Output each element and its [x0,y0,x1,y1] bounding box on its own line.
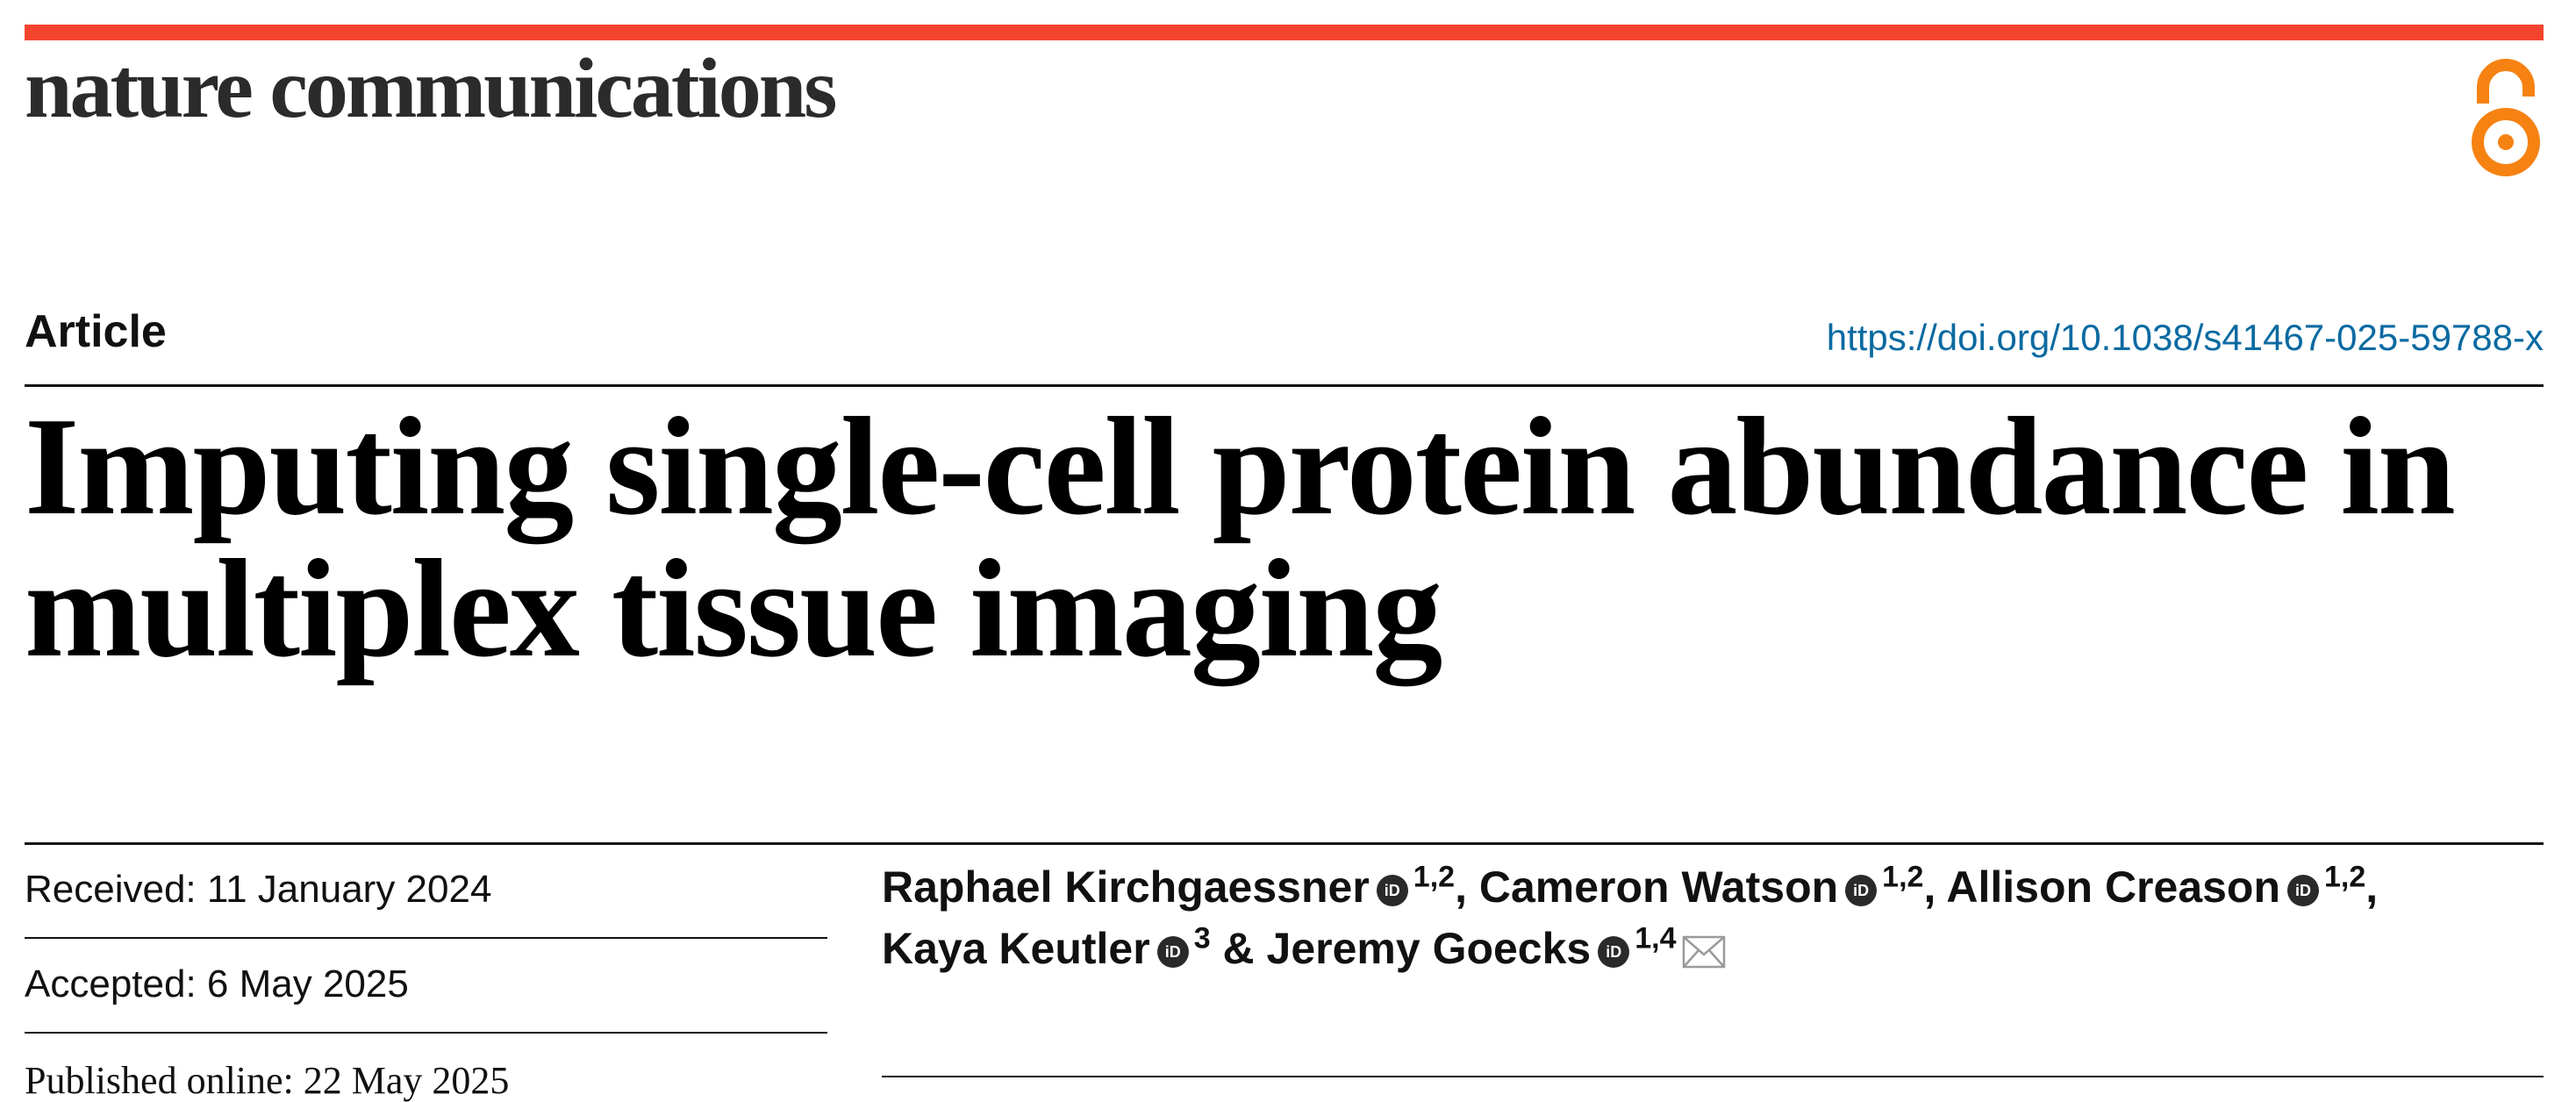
journal-name[interactable]: nature communications [25,46,837,132]
author-separator: , [2365,862,2379,912]
author-divider [882,1076,2544,1077]
author-affiliations: 1,2 [1882,860,1924,894]
orcid-icon[interactable]: iD [1376,874,1408,906]
orcid-icon[interactable]: iD [1156,935,1189,968]
date-divider [25,1032,827,1034]
author-separator: , [1923,862,1947,912]
article-title: Imputing single-cell protein abundance i… [25,388,2456,686]
doi-link[interactable]: https://doi.org/10.1038/s41467-025-59788… [1827,319,2544,356]
author[interactable]: Raphael Kirchgaessner iD 1,2, [882,862,1479,912]
open-access-icon [2472,59,2540,176]
author[interactable]: Allison Creason iD 1,2, [1946,862,2378,912]
meta-divider [25,842,2544,845]
journal-accent-bar [25,25,2544,40]
received-date: Received: 11 January 2024 [25,868,492,911]
orcid-icon[interactable]: iD [1598,935,1630,968]
author[interactable]: Jeremy Goecks iD 1,4 [1267,921,1677,973]
author-affiliations: 1,4 [1635,921,1677,955]
mail-icon[interactable] [1682,935,1726,969]
header-divider [25,384,2544,387]
author-affiliations: 1,2 [1413,860,1456,894]
article-header: nature communications Article https://do… [0,0,2576,1100]
author-separator: & [1210,924,1267,973]
article-type-label: Article [25,306,167,357]
author[interactable]: Cameron Watson iD 1,2, [1479,862,1947,912]
author-affiliations: 3 [1193,921,1211,955]
published-date: Published online: 22 May 2025 [25,1059,510,1102]
author-name[interactable]: Jeremy Goecks [1267,924,1592,973]
accepted-date: Accepted: 6 May 2025 [25,962,409,1005]
date-divider [25,937,827,939]
author-name[interactable]: Allison Creason [1946,862,2280,912]
author[interactable]: Kaya Keutler iD 3 & [882,921,1267,973]
author-list: Raphael Kirchgaessner iD 1,2, Cameron Wats… [882,856,2531,979]
author-name[interactable]: Cameron Watson [1479,862,1838,912]
author-name[interactable]: Kaya Keutler [882,924,1150,973]
author-separator: , [1455,862,1479,912]
orcid-icon[interactable]: iD [2287,874,2320,906]
author-name[interactable]: Raphael Kirchgaessner [882,862,1370,912]
author-affiliations: 1,2 [2324,860,2366,894]
orcid-icon[interactable]: iD [1845,874,1878,906]
